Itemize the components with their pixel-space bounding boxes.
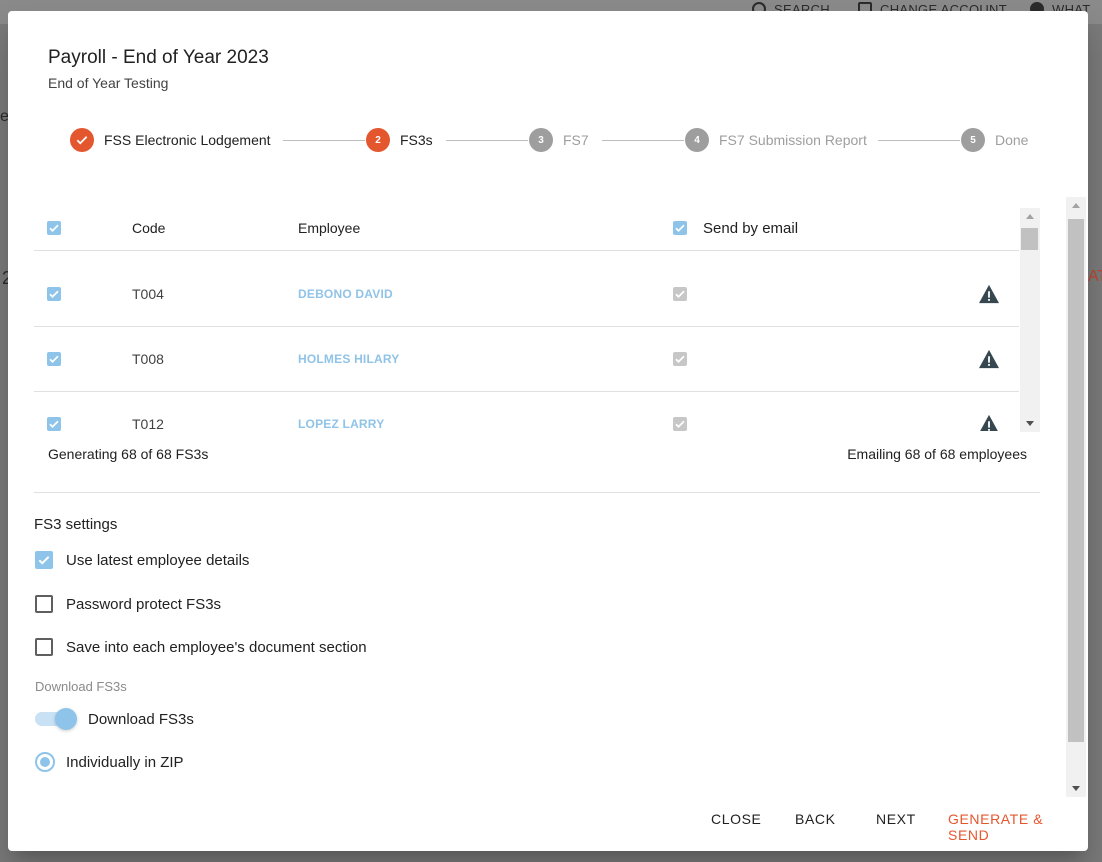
- step-label: FS7: [563, 132, 589, 148]
- password-protect-label: Password protect FS3s: [66, 595, 222, 613]
- toggle-knob: [55, 708, 77, 730]
- step-number: 4: [685, 128, 709, 152]
- step-fs7[interactable]: 3 FS7: [529, 128, 589, 152]
- checkbox-checked-icon: [673, 287, 687, 301]
- step-number: 3: [529, 128, 553, 152]
- dialog-title: Payroll - End of Year 2023: [48, 47, 269, 68]
- wizard-stepper: FSS Electronic Lodgement 2 FS3s 3 FS7 4 …: [70, 128, 1030, 154]
- checkbox-checked-icon: [47, 352, 61, 366]
- row-email-checkbox: [673, 262, 687, 326]
- checkbox-checked-icon: [47, 287, 61, 301]
- section-divider: [34, 492, 1040, 493]
- table-scrollbar-thumb[interactable]: [1021, 228, 1038, 250]
- row-select-checkbox[interactable]: [47, 392, 61, 431]
- row-email-checkbox: [673, 392, 687, 431]
- warning-icon[interactable]: [978, 392, 1000, 431]
- next-button[interactable]: NEXT: [876, 811, 916, 827]
- download-section-label: Download FS3s: [35, 679, 127, 694]
- scroll-down-arrow-icon[interactable]: [1072, 786, 1080, 791]
- dialog-scrollbar-thumb[interactable]: [1068, 219, 1084, 742]
- warning-icon[interactable]: [978, 327, 1000, 391]
- column-header-code[interactable]: Code: [132, 206, 165, 250]
- checkbox-checked-icon: [47, 417, 61, 431]
- step-connector: [283, 140, 365, 141]
- employee-name-link[interactable]: HOLMES HILARY: [298, 352, 400, 366]
- employee-name-link[interactable]: LOPEZ LARRY: [298, 417, 384, 431]
- row-email-checkbox: [673, 327, 687, 391]
- use-latest-details-label: Use latest employee details: [66, 551, 250, 569]
- step-done[interactable]: 5 Done: [961, 128, 1028, 152]
- employee-name-link[interactable]: DEBONO DAVID: [298, 287, 393, 301]
- step-label: FS3s: [400, 132, 433, 148]
- backdrop-fragment: AT: [1088, 268, 1102, 285]
- employee-code: T008: [132, 351, 164, 367]
- checkbox-empty-icon: [35, 595, 53, 613]
- table-header: Code Employee Send by email: [34, 206, 1019, 251]
- dialog-scrollbar[interactable]: [1066, 197, 1086, 797]
- employee-code: T004: [132, 286, 164, 302]
- scroll-up-arrow-icon[interactable]: [1026, 214, 1034, 219]
- download-fs3s-label: Download FS3s: [88, 710, 194, 728]
- step-fs7-submission-report[interactable]: 4 FS7 Submission Report: [685, 128, 867, 152]
- checkbox-checked-icon: [35, 551, 53, 569]
- dialog-subtitle: End of Year Testing: [48, 75, 169, 91]
- step-connector: [602, 140, 684, 141]
- download-fs3s-toggle[interactable]: Download FS3s: [35, 708, 194, 730]
- row-select-checkbox[interactable]: [47, 262, 61, 326]
- row-select-checkbox[interactable]: [47, 327, 61, 391]
- toggle-switch[interactable]: [35, 708, 77, 730]
- scroll-up-arrow-icon[interactable]: [1072, 203, 1080, 208]
- send-by-email-all-checkbox[interactable]: Send by email: [673, 206, 798, 250]
- individually-in-zip-label: Individually in ZIP: [66, 753, 184, 771]
- radio-selected-icon: [35, 752, 55, 772]
- checkbox-checked-icon: [47, 221, 61, 235]
- close-button[interactable]: CLOSE: [711, 811, 761, 827]
- step-connector: [878, 140, 960, 141]
- save-documents-checkbox[interactable]: Save into each employee's document secti…: [35, 638, 367, 656]
- select-all-checkbox[interactable]: [47, 206, 61, 250]
- checkbox-checked-icon: [673, 417, 687, 431]
- generate-and-send-button[interactable]: GENERATE & SEND: [948, 811, 1088, 843]
- step-label: FS7 Submission Report: [719, 132, 867, 148]
- checkbox-checked-icon: [673, 221, 687, 235]
- step-label: FSS Electronic Lodgement: [104, 132, 271, 148]
- step-label: Done: [995, 132, 1029, 148]
- table-scrollbar[interactable]: [1020, 208, 1040, 432]
- table-row: T004 DEBONO DAVID: [34, 262, 1019, 327]
- save-documents-label: Save into each employee's document secti…: [66, 638, 367, 656]
- generating-summary: Generating 68 of 68 FS3s: [48, 446, 209, 462]
- end-of-year-dialog: Payroll - End of Year 2023 End of Year T…: [8, 11, 1088, 851]
- step-fs3s[interactable]: 2 FS3s: [366, 128, 433, 152]
- employee-code: T012: [132, 416, 164, 431]
- column-header-send-by-email: Send by email: [703, 219, 799, 237]
- column-header-employee[interactable]: Employee: [298, 206, 360, 250]
- step-number: 2: [366, 128, 390, 152]
- step-connector: [446, 140, 528, 141]
- table-row: T008 HOLMES HILARY: [34, 327, 1019, 392]
- password-protect-checkbox[interactable]: Password protect FS3s: [35, 595, 221, 613]
- checkbox-checked-icon: [673, 352, 687, 366]
- step-fss-electronic-lodgement[interactable]: FSS Electronic Lodgement: [70, 128, 271, 152]
- warning-icon[interactable]: [978, 262, 1000, 326]
- individually-in-zip-radio[interactable]: Individually in ZIP: [35, 752, 184, 772]
- check-icon: [70, 128, 94, 152]
- fs3-settings-title: FS3 settings: [34, 516, 118, 533]
- employee-table: Code Employee Send by email T004 DEBONO …: [34, 206, 1040, 431]
- back-button[interactable]: BACK: [795, 811, 836, 827]
- checkbox-empty-icon: [35, 638, 53, 656]
- table-row: T012 LOPEZ LARRY: [34, 392, 1019, 431]
- use-latest-details-checkbox[interactable]: Use latest employee details: [35, 551, 249, 569]
- scroll-down-arrow-icon[interactable]: [1026, 421, 1034, 426]
- emailing-summary: Emailing 68 of 68 employees: [847, 446, 1027, 462]
- step-number: 5: [961, 128, 985, 152]
